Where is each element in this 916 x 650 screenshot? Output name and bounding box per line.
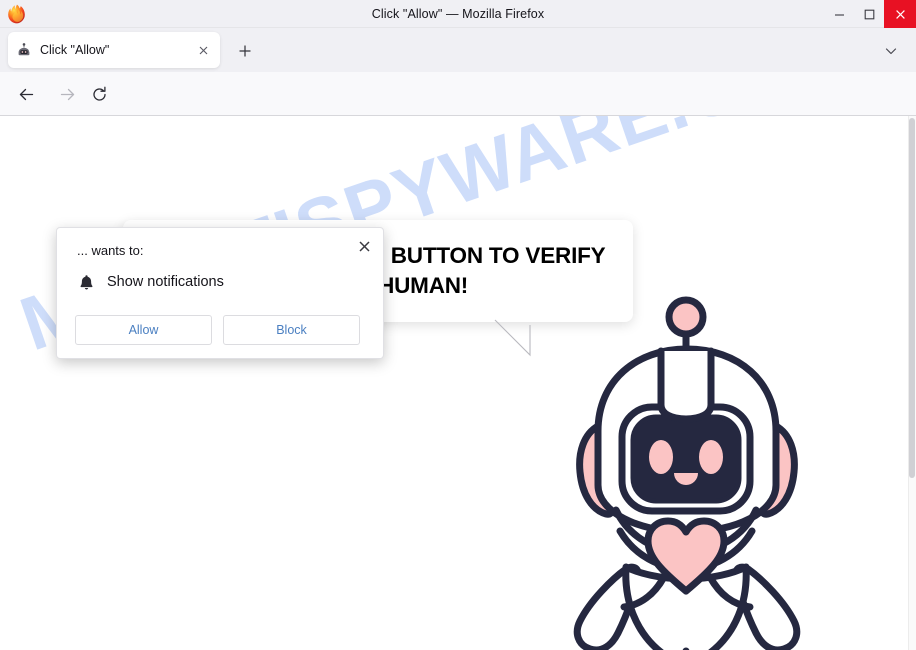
block-button[interactable]: Block	[223, 315, 360, 345]
back-arrow-icon[interactable]	[13, 81, 39, 107]
permission-row: Show notifications	[77, 273, 224, 291]
allow-button[interactable]: Allow	[75, 315, 212, 345]
close-icon[interactable]	[353, 235, 375, 257]
page-content: MYANTISPYWARE.COM PRESS THE "ALLOW" BUTT…	[0, 116, 916, 650]
forward-arrow-icon	[54, 81, 80, 107]
permission-label: Show notifications	[107, 274, 224, 290]
title-bar: Click "Allow" — Mozilla Firefox	[0, 0, 916, 28]
notification-permission-dialog: ... wants to: Show notifications Allow B…	[56, 227, 384, 359]
bell-icon	[77, 273, 95, 291]
browser-tab[interactable]: Click "Allow"	[8, 32, 220, 68]
tab-strip: Click "Allow"	[0, 28, 916, 72]
robot-favicon	[16, 42, 32, 58]
minimize-icon[interactable]	[824, 0, 854, 28]
tab-close-icon[interactable]	[194, 41, 212, 59]
maximize-icon[interactable]	[854, 0, 884, 28]
chevron-down-icon[interactable]	[880, 40, 902, 62]
scrollbar-thumb[interactable]	[909, 118, 915, 478]
new-tab-button[interactable]	[234, 40, 256, 62]
window-controls	[824, 0, 916, 28]
vertical-scrollbar[interactable]	[908, 116, 916, 650]
navigation-toolbar: https://rqstz.stormforge.top/space-robot…	[0, 72, 916, 181]
window-title: Click "Allow" — Mozilla Firefox	[371, 6, 545, 21]
browser-window: Click "Allow" — Mozilla Firefox Click "A…	[0, 0, 916, 650]
close-icon[interactable]	[884, 0, 916, 28]
permission-buttons: Allow Block	[75, 315, 360, 345]
tab-title: Click "Allow"	[40, 43, 110, 57]
permission-origin-text: ... wants to:	[77, 243, 144, 258]
speech-bubble-tail	[494, 319, 536, 361]
space-robot-illustration	[560, 281, 822, 650]
reload-icon[interactable]	[86, 81, 112, 107]
